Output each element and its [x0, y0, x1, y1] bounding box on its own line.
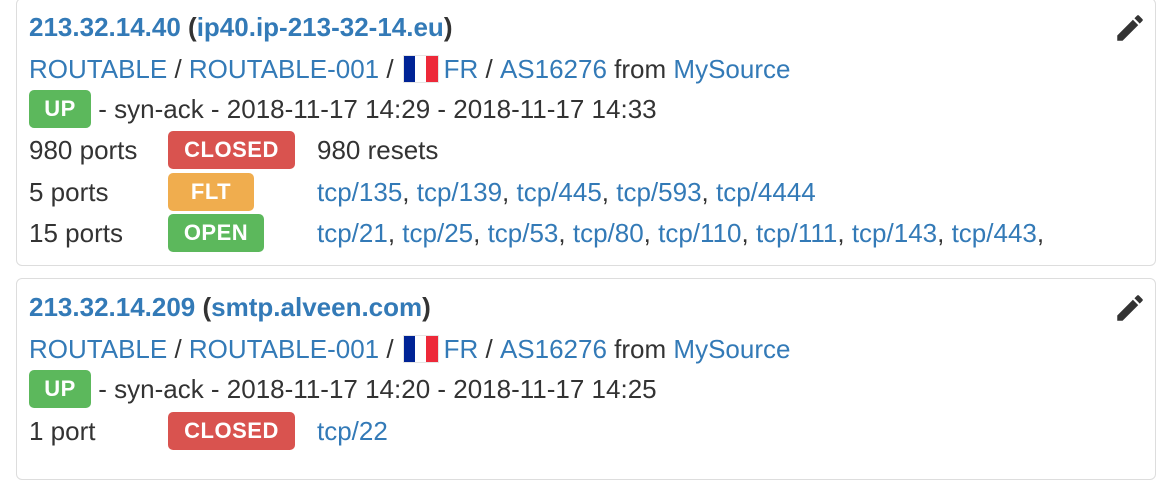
port-link[interactable]: tcp/593 [616, 177, 701, 207]
separator: / [167, 53, 189, 84]
port-link[interactable]: tcp/443 [952, 218, 1037, 248]
separator: / [379, 53, 394, 84]
port-link[interactable]: tcp/139 [417, 177, 502, 207]
category-link[interactable]: ROUTABLE-001 [189, 334, 379, 365]
category-link[interactable]: ROUTABLE-001 [189, 54, 379, 85]
pencil-icon[interactable] [1113, 291, 1147, 325]
category-link[interactable]: ROUTABLE [29, 54, 167, 85]
source-link[interactable]: MySource [673, 54, 790, 85]
separator: / [379, 333, 394, 364]
hostname-link[interactable]: ip40.ip-213-32-14.eu [197, 12, 444, 43]
port-count: 15 ports [29, 217, 123, 248]
from-text: from [614, 53, 667, 84]
asn-link[interactable]: AS16276 [500, 54, 607, 85]
separator: / [478, 333, 500, 364]
ports-row-open: 15 ports OPEN tcp/21, tcp/25, tcp/53, tc… [29, 213, 1155, 253]
port-link[interactable]: tcp/21 [317, 218, 388, 248]
host-title: 213.32.14.40 (ip40.ip-213-32-14.eu) [29, 7, 1155, 47]
port-link[interactable]: tcp/53 [488, 218, 559, 248]
port-link[interactable]: tcp/25 [402, 218, 473, 248]
port-link[interactable]: tcp/111 [756, 218, 837, 248]
status-badge: UP [29, 370, 91, 408]
category-link[interactable]: ROUTABLE [29, 334, 167, 365]
status-reason: syn-ack [114, 373, 204, 404]
source-link[interactable]: MySource [673, 334, 790, 365]
port-link[interactable]: tcp/80 [573, 218, 644, 248]
port-link[interactable]: tcp/4444 [716, 177, 816, 207]
separator: / [167, 333, 189, 364]
port-count: 5 ports [29, 176, 109, 207]
pencil-icon[interactable] [1113, 11, 1147, 45]
flag-fr-icon [403, 56, 438, 82]
flag-fr-icon [403, 336, 438, 362]
status-reason: syn-ack [114, 93, 204, 124]
filtered-badge: FLT [168, 173, 254, 211]
paren-open: ( [195, 291, 212, 322]
ports-row-filtered: 5 ports FLT tcp/135, tcp/139, tcp/445, t… [29, 172, 1155, 212]
scan-start: 2018-11-17 14:20 [226, 373, 431, 404]
host-card: 213.32.14.40 (ip40.ip-213-32-14.eu) ROUT… [16, 0, 1156, 266]
port-link[interactable]: tcp/143 [852, 218, 937, 248]
hostname-link[interactable]: smtp.alveen.com [211, 292, 422, 323]
port-link[interactable]: tcp/135 [317, 177, 402, 207]
host-ip-link[interactable]: 213.32.14.209 [29, 292, 195, 323]
ports-row-closed: 1 port CLOSED tcp/22 [29, 411, 1155, 451]
ports-row-closed: 980 ports CLOSED 980 resets [29, 130, 1155, 170]
status-badge: UP [29, 90, 91, 128]
paren-open: ( [180, 11, 197, 42]
host-title: 213.32.14.209 (smtp.alveen.com) [29, 287, 1155, 327]
country-link[interactable]: FR [444, 334, 479, 365]
host-status-row: UP - syn-ack - 2018-11-17 14:29 - 2018-1… [29, 89, 1155, 129]
host-ip-link[interactable]: 213.32.14.40 [29, 12, 181, 43]
host-card: 213.32.14.209 (smtp.alveen.com) ROUTABLE… [16, 278, 1156, 480]
scan-end: 2018-11-17 14:25 [453, 373, 657, 404]
port-count: 980 ports [29, 134, 138, 165]
port-list: tcp/21, tcp/25, tcp/53, tcp/80, tcp/110,… [317, 217, 1045, 248]
host-status-row: UP - syn-ack - 2018-11-17 14:20 - 2018-1… [29, 369, 1155, 409]
separator: / [478, 53, 500, 84]
closed-badge: CLOSED [168, 412, 295, 450]
country-link[interactable]: FR [444, 54, 479, 85]
asn-link[interactable]: AS16276 [500, 334, 607, 365]
port-count: 1 port [29, 415, 96, 446]
host-meta-row: ROUTABLE / ROUTABLE-001 / FR / AS16276 f… [29, 49, 1155, 89]
port-link[interactable]: tcp/445 [517, 177, 602, 207]
paren-close: ) [422, 291, 431, 322]
resets-text: 980 resets [317, 134, 439, 165]
scan-start: 2018-11-17 14:29 [226, 93, 431, 124]
port-link[interactable]: tcp/110 [658, 218, 741, 248]
from-text: from [614, 333, 667, 364]
scan-end: 2018-11-17 14:33 [453, 93, 657, 124]
closed-badge: CLOSED [168, 131, 295, 169]
paren-close: ) [443, 11, 453, 42]
host-meta-row: ROUTABLE / ROUTABLE-001 / FR / AS16276 f… [29, 329, 1155, 369]
open-badge: OPEN [168, 214, 264, 252]
port-list: tcp/135, tcp/139, tcp/445, tcp/593, tcp/… [317, 176, 816, 207]
port-link[interactable]: tcp/22 [317, 416, 388, 447]
from-text [607, 54, 614, 85]
